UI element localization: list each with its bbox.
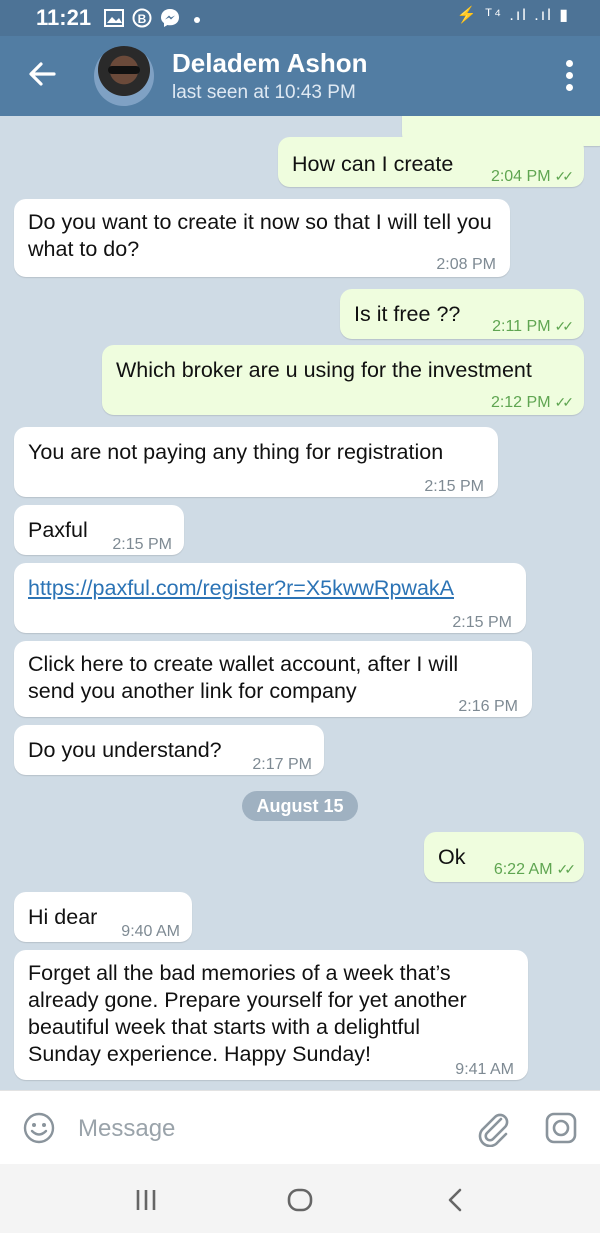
status-right-icons: ⚡ ᵀ⁴ .ıl .ıl ▮ [456, 7, 570, 24]
message-time: 2:11 PM ✓✓ [492, 318, 575, 335]
message-time: 2:15 PM [424, 478, 484, 495]
message-bubble[interactable]: You are not paying any thing for registr… [14, 427, 498, 497]
message-time: 2:15 PM [452, 614, 512, 631]
message-time: 9:40 AM [121, 923, 180, 940]
message-text: Do you understand? [28, 738, 222, 762]
message-bubble[interactable]: https://paxful.com/register?r=X5kwwRpwak… [14, 563, 526, 633]
message-link[interactable]: https://paxful.com/register?r=X5kwwRpwak… [28, 575, 454, 602]
home-icon[interactable] [284, 1184, 316, 1216]
camera-icon[interactable] [544, 1111, 578, 1145]
message-time: 2:17 PM [252, 756, 312, 773]
message-bubble[interactable]: Do you want to create it now so that I w… [14, 199, 510, 277]
message-text: Click here to create wallet account, aft… [28, 652, 459, 703]
message-text: How can I create [292, 152, 454, 176]
chat-header: Deladem Ashon last seen at 10:43 PM [0, 36, 600, 116]
status-time: 11:21 [36, 5, 92, 30]
contact-name[interactable]: Deladem Ashon [172, 48, 368, 79]
message-bubble[interactable]: Hi dear 9:40 AM [14, 892, 192, 942]
system-nav-bar [0, 1164, 600, 1233]
message-time: 2:08 PM [436, 256, 496, 273]
last-seen-status: last seen at 10:43 PM [172, 82, 356, 103]
message-text: Paxful [28, 518, 88, 542]
message-text: You are not paying any thing for registr… [28, 440, 444, 464]
notification-dot-icon [194, 17, 200, 23]
message-text: Forget all the bad memories of a week th… [28, 961, 467, 1066]
more-options-icon[interactable] [566, 60, 574, 92]
message-input-bar [0, 1090, 600, 1165]
message-time: 2:15 PM [112, 536, 172, 553]
message-bubble[interactable]: Forget all the bad memories of a week th… [14, 950, 528, 1080]
date-separator: August 15 [242, 791, 358, 821]
status-bar: 11:21 B ⚡ ᵀ⁴ .ıl .ıl ▮ [0, 0, 600, 36]
message-input[interactable] [76, 1111, 460, 1147]
back-nav-icon[interactable] [440, 1184, 472, 1216]
gallery-icon [104, 9, 124, 27]
svg-text:B: B [138, 12, 147, 26]
message-time: 2:16 PM [458, 698, 518, 715]
message-text: Is it free ?? [354, 302, 461, 326]
message-bubble[interactable]: Which broker are u using for the investm… [102, 345, 584, 415]
chat-area[interactable]: How can I create 2:04 PM ✓✓ Do you want t… [0, 116, 600, 1090]
message-time: 2:12 PM ✓✓ [490, 394, 575, 411]
b-circle-icon: B [132, 8, 152, 28]
double-check-icon: ✓✓ [554, 394, 575, 410]
message-bubble[interactable]: Is it free ?? 2:11 PM ✓✓ [340, 289, 584, 339]
message-bubble[interactable]: How can I create 2:04 PM ✓✓ [278, 137, 584, 187]
avatar[interactable] [94, 46, 154, 106]
message-time: 9:41 AM [455, 1061, 514, 1078]
double-check-icon: ✓✓ [554, 318, 575, 334]
message-bubble[interactable]: Do you understand? 2:17 PM [14, 725, 324, 775]
back-arrow-icon[interactable] [24, 56, 60, 92]
paperclip-icon[interactable] [475, 1109, 511, 1147]
message-text: Which broker are u using for the investm… [116, 358, 532, 382]
message-text: Ok [438, 845, 466, 869]
message-text: Hi dear [28, 905, 98, 929]
emoji-icon[interactable] [22, 1111, 56, 1145]
recent-apps-icon[interactable] [130, 1184, 162, 1216]
message-text: Do you want to create it now so that I w… [28, 210, 492, 261]
message-bubble[interactable]: Paxful 2:15 PM [14, 505, 184, 555]
message-bubble[interactable]: Click here to create wallet account, aft… [14, 641, 532, 717]
double-check-icon: ✓✓ [556, 861, 577, 877]
message-time: 2:04 PM ✓✓ [490, 168, 575, 185]
double-check-icon: ✓✓ [554, 168, 575, 184]
messenger-icon [161, 9, 179, 27]
message-time: 6:22 AM ✓✓ [493, 861, 577, 878]
message-bubble[interactable]: Ok 6:22 AM ✓✓ [424, 832, 584, 882]
